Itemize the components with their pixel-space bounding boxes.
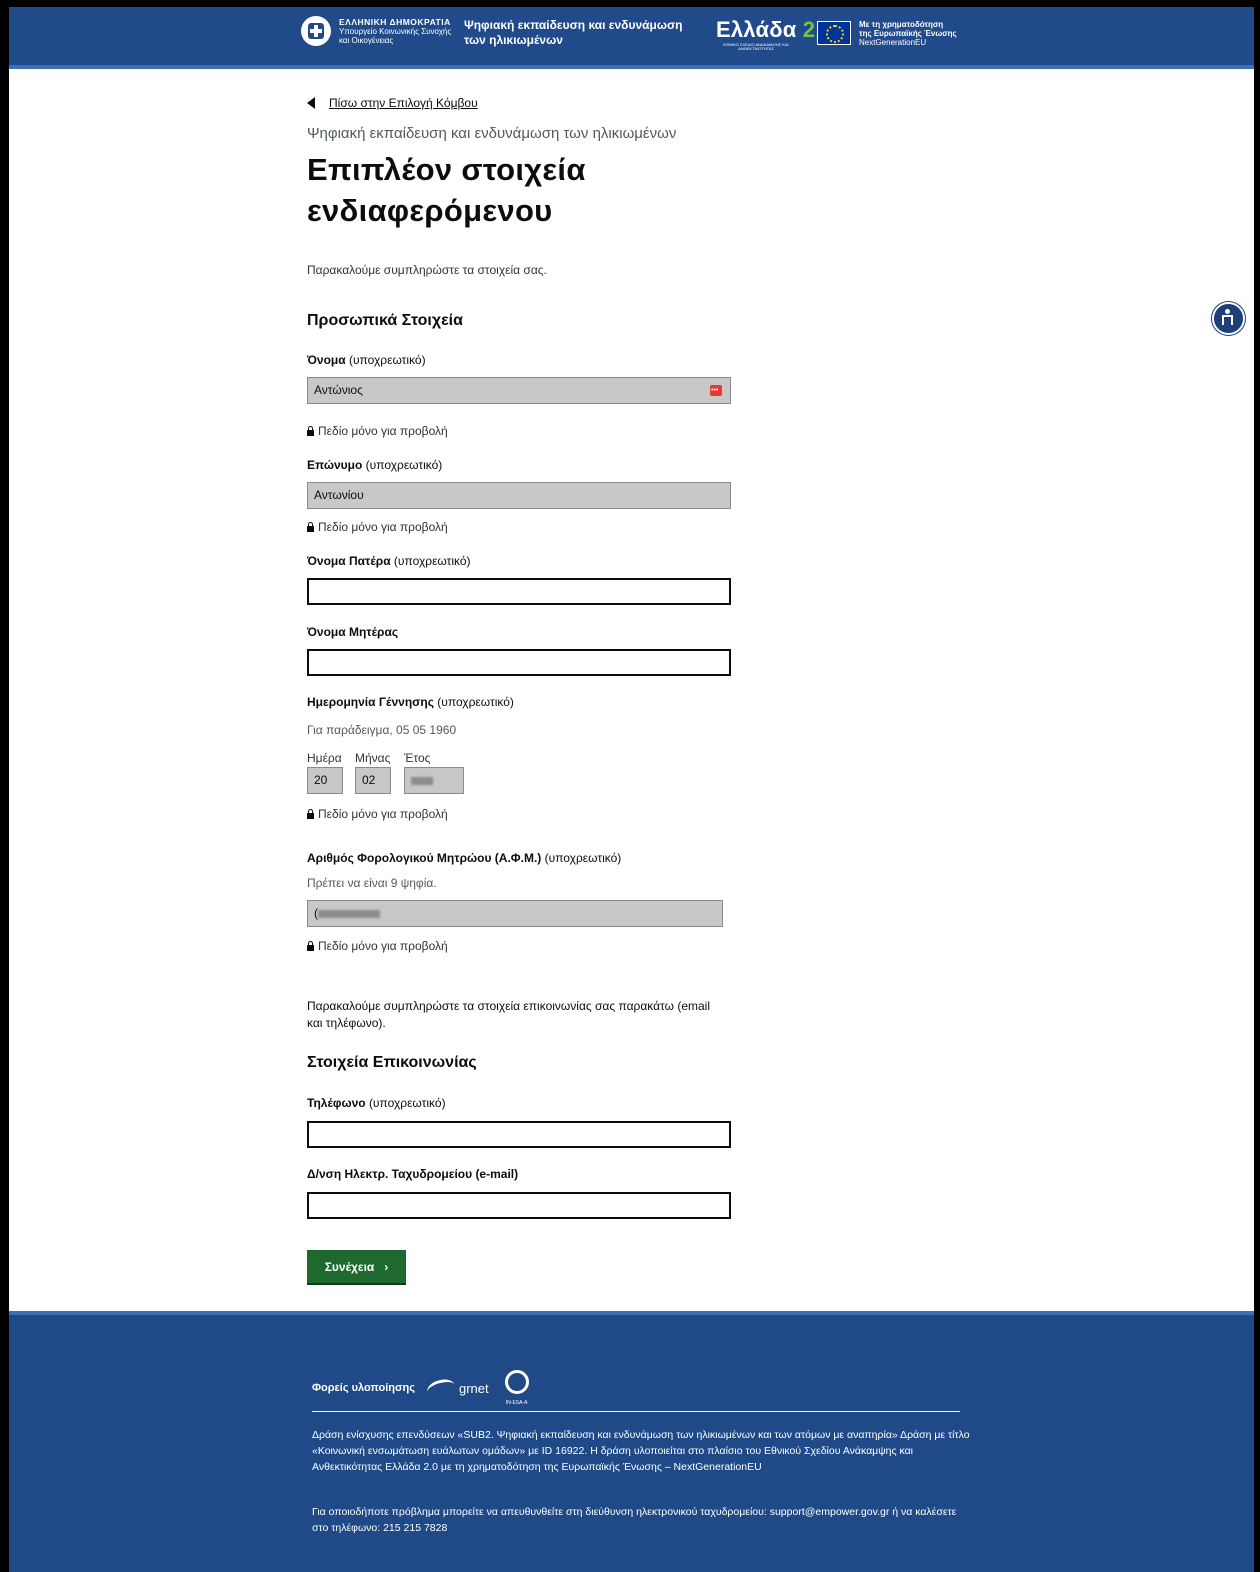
partners-label: Φορείς υλοποίησης bbox=[312, 1382, 415, 1394]
gov-name: ΕΛΛΗΝΙΚΗ ΔΗΜΟΚΡΑΤΙΑ bbox=[339, 16, 451, 27]
lock-icon bbox=[307, 521, 314, 532]
contact-heading: Στοιχεία Επικοινωνίας bbox=[307, 1054, 477, 1071]
month-label: Μήνας bbox=[355, 751, 391, 765]
phone-label: Τηλέφωνο (υποχρεωτικό) bbox=[307, 1096, 446, 1110]
continue-label: Συνέχεια bbox=[324, 1259, 375, 1274]
first-name-label: Όνομα (υποχρεωτικό) bbox=[307, 353, 426, 367]
grnet-name: grnet bbox=[458, 1380, 489, 1396]
eu-line1: Με τη χρηματοδότηση bbox=[859, 20, 944, 29]
back-link-row: Πίσω στην Επιλογή Κόμβου bbox=[307, 96, 478, 110]
grnet-swoosh-icon bbox=[425, 1376, 457, 1400]
accessibility-icon[interactable] bbox=[1212, 302, 1245, 335]
eu-line3: NextGenerationEU bbox=[859, 38, 927, 47]
site-footer: Φορείς υλοποίησης grnet IN-ESA-A Δράση ε… bbox=[9, 1311, 1254, 1572]
afm-readonly-note: Πεδίο μόνο για προβολή bbox=[307, 939, 448, 953]
footer-support-text: Για οποιοδήποτε πρόβλημα μπορείτε να απε… bbox=[312, 1506, 957, 1534]
last-name-label: Επώνυμο (υποχρεωτικό) bbox=[307, 458, 443, 472]
email-label: Δ/νση Ηλεκτρ. Ταχυδρομείου (e-mail) bbox=[307, 1167, 519, 1181]
father-name-label: Όνομα Πατέρα (υποχρεωτικό) bbox=[307, 554, 471, 568]
redacted-year bbox=[411, 776, 433, 785]
redacted-afm bbox=[318, 909, 380, 918]
greece20-subtitle: ΕΘΝΙΚΟ ΣΧΕΔΙΟ ΑΝΑΚΑΜΨΗΣ ΚΑΙ ΑΝΘΕΚΤΙΚΟΤΗΤ… bbox=[723, 42, 789, 51]
triangle-left-icon bbox=[307, 97, 315, 109]
last-name-readonly-note: Πεδίο μόνο για προβολή bbox=[307, 520, 448, 534]
last-name-field[interactable]: Αντωνίου bbox=[307, 482, 731, 509]
eu-funding-text: Με τη χρηματοδότηση της Ευρωπαϊκής Ένωση… bbox=[859, 20, 957, 47]
year-field[interactable] bbox=[404, 767, 464, 794]
page-title: Επιπλέον στοιχεία ενδιαφερόμενου bbox=[307, 152, 586, 228]
afm-field[interactable]: ( bbox=[307, 900, 723, 927]
dob-hint: Για παράδειγμα, 05 05 1960 bbox=[307, 723, 457, 737]
page-caption: Ψηφιακή εκπαίδευση και ενδυνάμωση των ηλ… bbox=[307, 125, 677, 142]
greece20-name: Ελλάδα bbox=[716, 17, 797, 42]
day-field[interactable]: 20 bbox=[307, 767, 343, 794]
service-title[interactable]: Ψηφιακή εκπαίδευση και ενδυνάμωση των ηλ… bbox=[464, 18, 704, 48]
inesa-name: IN-ESA-A bbox=[505, 1400, 528, 1406]
mother-name-input[interactable] bbox=[307, 649, 731, 676]
email-input[interactable] bbox=[307, 1192, 731, 1219]
lock-icon bbox=[307, 808, 314, 819]
eu-line2: της Ευρωπαϊκής Ένωσης bbox=[859, 29, 957, 38]
first-name-field[interactable]: Αντώνιος bbox=[307, 377, 731, 404]
afm-label: Αριθμός Φορολογικού Μητρώου (Α.Φ.Μ.) (υπ… bbox=[307, 851, 622, 865]
year-label: Έτος bbox=[404, 751, 431, 765]
first-name-readonly-note: Πεδίο μόνο για προβολή bbox=[307, 424, 448, 438]
phone-input[interactable] bbox=[307, 1121, 731, 1148]
grnet-logo[interactable]: grnet bbox=[425, 1376, 489, 1400]
dob-readonly-note: Πεδίο μόνο για προβολή bbox=[307, 807, 448, 821]
eu-flag-icon bbox=[817, 21, 851, 45]
last-name-value: Αντωνίου bbox=[314, 488, 364, 502]
afm-hint: Πρέπει να είναι 9 ψηφία. bbox=[307, 876, 437, 890]
intro-text: Παρακαλούμε συμπληρώστε τα στοιχεία σας. bbox=[307, 263, 547, 277]
gov-logo[interactable]: ΕΛΛΗΝΙΚΗ ΔΗΜΟΚΡΑΤΙΑ Υπουργείο Κοινωνικής… bbox=[301, 16, 451, 46]
first-name-value: Αντώνιος bbox=[314, 383, 363, 397]
chevron-right-icon: › bbox=[384, 1259, 389, 1274]
lock-icon bbox=[307, 425, 314, 436]
ministry-line1: Υπουργείο Κοινωνικής Συνοχής bbox=[339, 26, 452, 36]
dob-label: Ημερομηνία Γέννησης (υποχρεωτικό) bbox=[307, 695, 514, 709]
month-field[interactable]: 02 bbox=[355, 767, 391, 794]
page: ΕΛΛΗΝΙΚΗ ΔΗΜΟΚΡΑΤΙΑ Υπουργείο Κοινωνικής… bbox=[9, 7, 1254, 1572]
ministry-line2: και Οικογένειας bbox=[339, 35, 394, 45]
inesa-logo[interactable]: IN-ESA-A bbox=[501, 1370, 533, 1406]
father-name-input[interactable] bbox=[307, 578, 731, 605]
footer-divider bbox=[312, 1411, 960, 1412]
continue-button[interactable]: Συνέχεια › bbox=[307, 1250, 406, 1283]
greek-seal-icon bbox=[301, 16, 331, 46]
lock-icon bbox=[307, 940, 314, 951]
back-link[interactable]: Πίσω στην Επιλογή Κόμβου bbox=[329, 96, 478, 110]
contact-intro: Παρακαλούμε συμπληρώστε τα στοιχεία επικ… bbox=[307, 999, 711, 1030]
footer-action-text: Δράση ενίσχυσης επενδύσεων «SUB2. Ψηφιακ… bbox=[312, 1429, 970, 1473]
mother-name-label: Όνομα Μητέρας bbox=[307, 625, 399, 639]
day-label: Ημέρα bbox=[307, 751, 342, 765]
partners-row: Φορείς υλοποίησης grnet IN-ESA-A bbox=[312, 1370, 533, 1406]
password-manager-icon[interactable] bbox=[710, 378, 722, 403]
personal-heading: Προσωπικά Στοιχεία bbox=[307, 312, 463, 329]
site-header: ΕΛΛΗΝΙΚΗ ΔΗΜΟΚΡΑΤΙΑ Υπουργείο Κοινωνικής… bbox=[9, 7, 1254, 69]
